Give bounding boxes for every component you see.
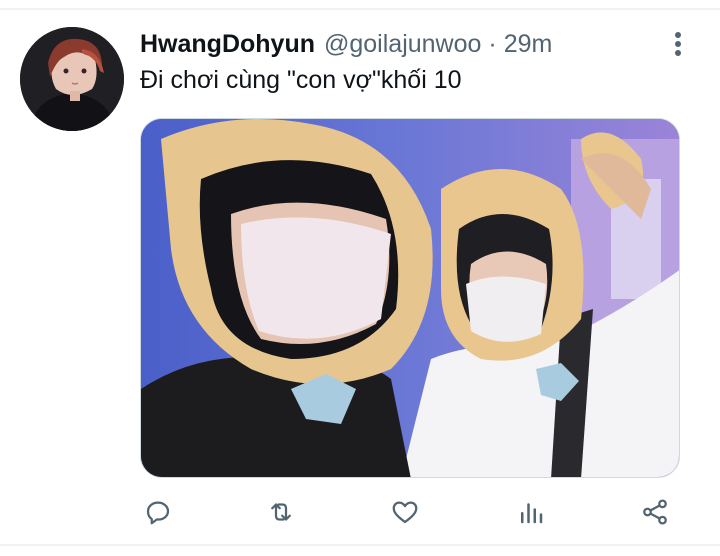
user-handle[interactable]: @goilajunwoo xyxy=(324,30,481,59)
retweet-button[interactable] xyxy=(263,494,299,530)
top-divider xyxy=(0,8,720,10)
timestamp[interactable]: 29m xyxy=(504,30,553,59)
tweet-actions xyxy=(140,494,680,530)
retweet-icon xyxy=(271,503,291,521)
bar-chart-icon xyxy=(521,503,543,524)
photo-image xyxy=(141,119,679,477)
separator-dot: · xyxy=(488,30,497,58)
tweet-text: Đi chơi cùng "con vợ"khối 10 xyxy=(140,66,462,94)
share-button[interactable] xyxy=(637,494,673,530)
like-button[interactable] xyxy=(387,494,423,530)
tweet-header: HwangDohyun @goilajunwoo · 29m xyxy=(140,30,552,62)
reply-icon xyxy=(146,501,170,525)
heart-icon xyxy=(392,501,418,524)
share-icon xyxy=(643,499,667,525)
bottom-divider xyxy=(0,544,720,546)
views-button[interactable] xyxy=(513,494,549,530)
avatar[interactable] xyxy=(20,27,124,131)
avatar-image xyxy=(20,27,124,131)
tweet-photo[interactable] xyxy=(140,118,680,478)
more-options-icon[interactable] xyxy=(668,30,688,60)
reply-button[interactable] xyxy=(140,494,176,530)
display-name[interactable]: HwangDohyun xyxy=(140,30,315,59)
